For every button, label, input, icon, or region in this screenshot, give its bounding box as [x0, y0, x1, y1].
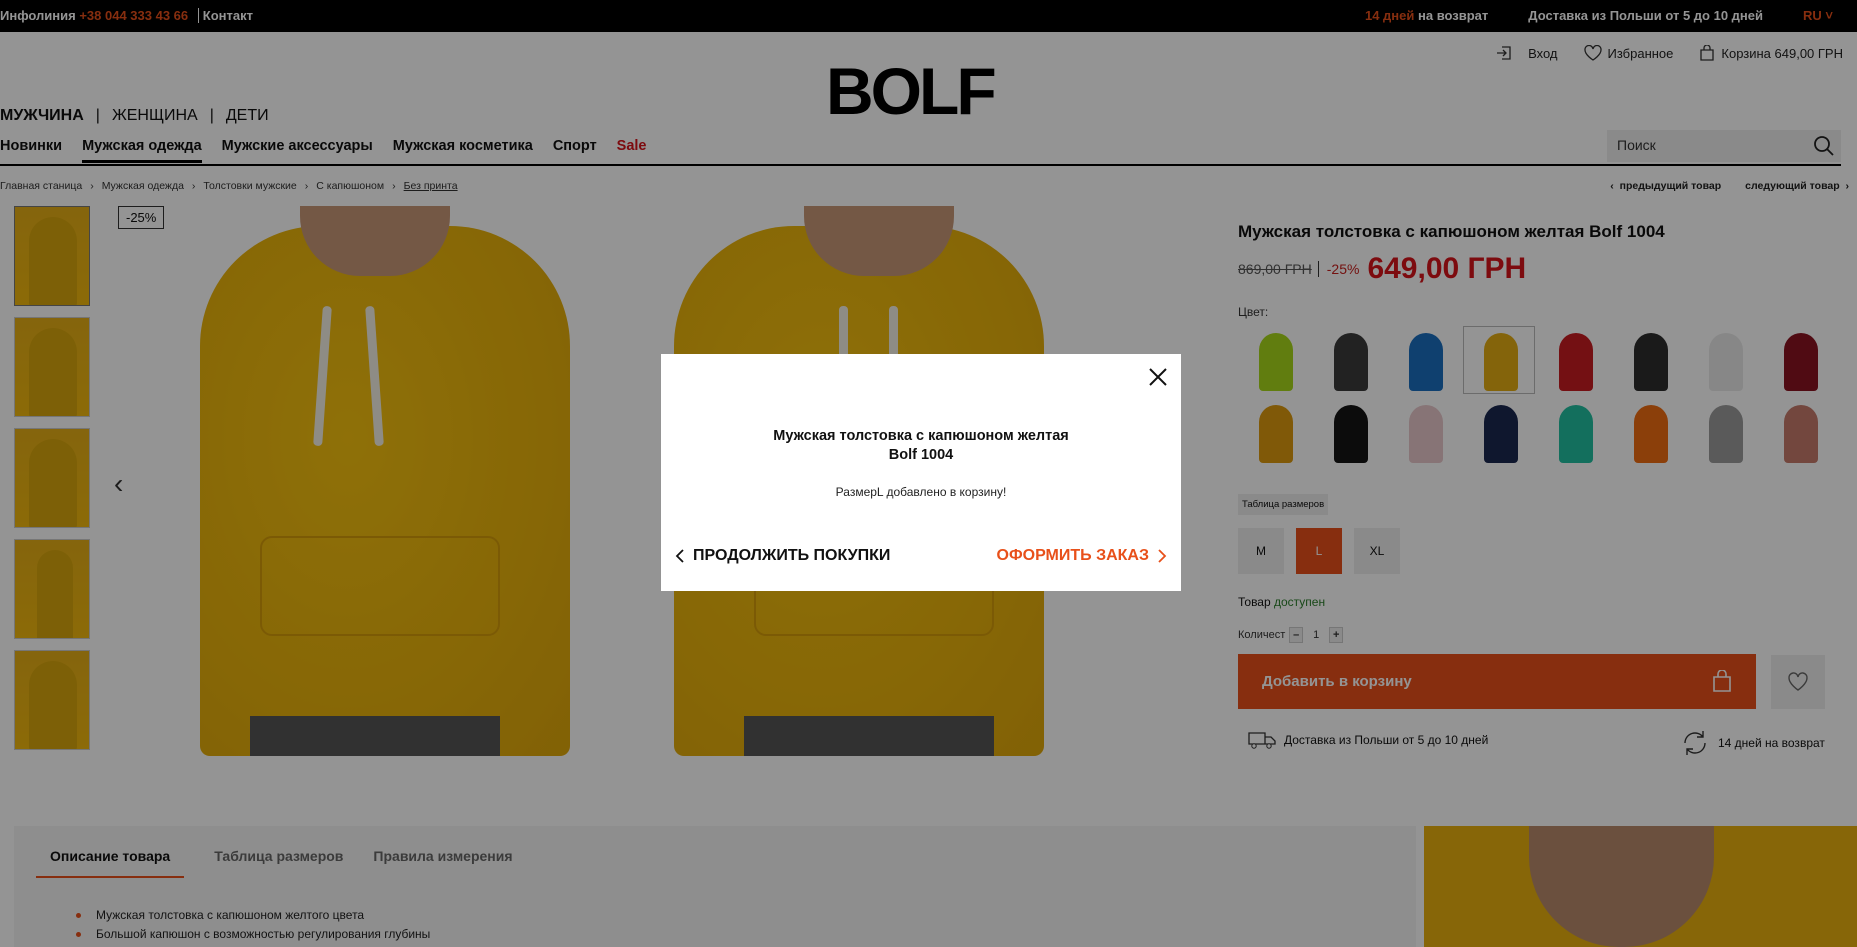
added-to-cart-modal: Мужская толстовка с капюшоном желтая Bol… — [661, 354, 1181, 591]
continue-shopping-button[interactable]: ПРОДОЛЖИТЬ ПОКУПКИ — [675, 547, 890, 565]
chevron-left-icon — [675, 549, 684, 563]
checkout-button[interactable]: ОФОРМИТЬ ЗАКАЗ — [997, 547, 1167, 565]
modal-title: Мужская толстовка с капюшоном желтая Bol… — [773, 428, 1069, 463]
close-icon[interactable] — [1145, 364, 1171, 390]
modal-message: РазмерL добавлено в корзину! — [835, 485, 1007, 499]
chevron-right-icon — [1158, 549, 1167, 563]
